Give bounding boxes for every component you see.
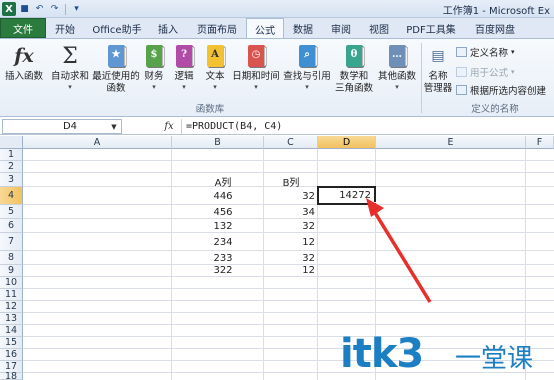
watermark-logo: itk3	[340, 331, 424, 377]
arrow-head	[366, 198, 384, 217]
watermark-chinese: 一堂课	[455, 344, 534, 374]
arrow-shaft	[372, 210, 432, 303]
annotation-arrow	[366, 198, 432, 303]
